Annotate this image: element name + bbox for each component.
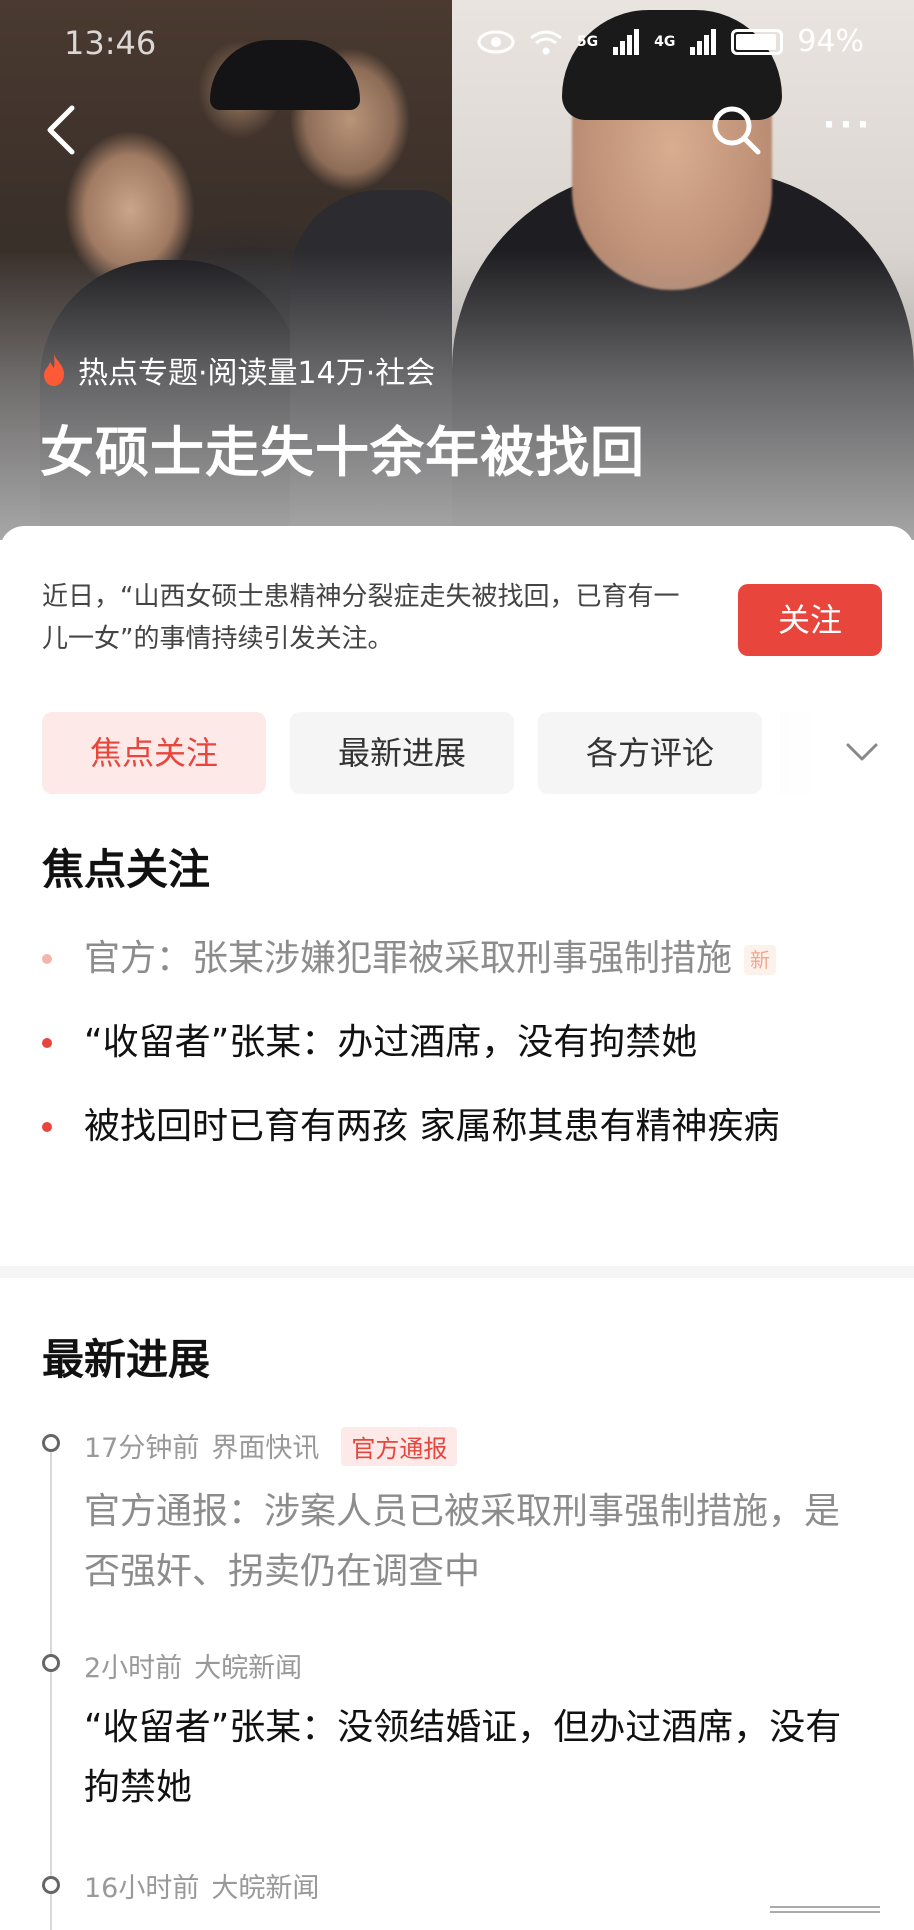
follow-button[interactable]: 关注 — [738, 584, 882, 656]
official-tag: 官方通报 — [341, 1427, 458, 1466]
list-item[interactable]: 被找回时已育有两孩 家属称其患有精神疾病 — [42, 1098, 892, 1156]
hero-meta: 热点专题·阅读量14万·社会 — [40, 348, 435, 392]
hero-meta-text: 热点专题·阅读量14万·社会 — [78, 356, 436, 391]
status-bar: 13:46 5G 4G 94% — [0, 18, 914, 68]
tabs-expand-button[interactable] — [780, 712, 914, 794]
timeline-text: “收留者”张某：没领结婚证，但办过酒席，没有拘禁她 — [84, 1707, 842, 1808]
timeline-meta: 2小时前 大皖新闻 — [84, 1646, 314, 1685]
section-divider — [0, 1266, 914, 1278]
timeline-source: 大皖新闻 — [194, 1653, 303, 1684]
status-icons: 5G 4G 94% — [477, 24, 864, 59]
intro-text: 近日，“山西女硕士患精神分裂症走失被找回，已育有一儿一女”的事情持续引发关注。 — [42, 582, 680, 654]
timeline-source: 界面快讯 — [211, 1433, 320, 1464]
timeline-dot — [42, 1654, 60, 1672]
signal-4g-icon: 4G — [654, 33, 676, 50]
timeline-text: 官方通报：涉案人员已被采取刑事强制措施，是否强奸、拐卖仍在调查中 — [84, 1491, 841, 1592]
topic-intro: 近日，“山西女硕士患精神分裂症走失被找回，已育有一儿一女”的事情持续引发关注。 … — [0, 526, 914, 666]
tab-latest[interactable]: 最新进展 — [290, 712, 514, 794]
new-badge: 新 — [744, 945, 777, 975]
hero-gradient — [0, 250, 914, 540]
list-item-text: “收留者”张某：办过酒席，没有拘禁她 — [84, 1022, 698, 1063]
bullet-dot — [42, 954, 52, 964]
back-button[interactable] — [38, 100, 88, 160]
timeline-time: 16小时前 — [84, 1873, 200, 1904]
section-tabs: 焦点关注 最新进展 各方评论 — [42, 712, 762, 794]
tab-comments[interactable]: 各方评论 — [538, 712, 762, 794]
chevron-down-icon — [846, 743, 878, 761]
chevron-left-icon — [47, 105, 75, 155]
status-time: 13:46 — [64, 24, 157, 62]
hero-banner: 13:46 5G 4G 94% ··· 热点专题·阅读量14万·社会 女硕士走失… — [0, 0, 914, 540]
timeline-time: 17分钟前 — [84, 1433, 200, 1464]
timeline-time: 2小时前 — [84, 1653, 183, 1684]
timeline-meta: 16小时前 大皖新闻 — [84, 1866, 331, 1905]
list-item-text: 被找回时已育有两孩 家属称其患有精神疾病 — [84, 1106, 780, 1147]
search-button[interactable] — [708, 102, 764, 158]
page-title: 女硕士走失十余年被找回 — [40, 421, 645, 484]
timeline-dot — [42, 1434, 60, 1452]
signal-bars-icon — [690, 28, 717, 55]
battery-icon — [731, 28, 784, 55]
list-item[interactable]: 官方：张某涉嫌犯罪被采取刑事强制措施新 — [42, 930, 892, 988]
wifi-icon — [529, 30, 562, 54]
progress-section-title: 最新进展 — [42, 1335, 211, 1384]
bullet-dot — [42, 1122, 52, 1132]
timeline-meta: 17分钟前 界面快讯 官方通报 — [84, 1426, 469, 1466]
flame-icon — [44, 354, 64, 386]
signal-bars-icon — [613, 28, 640, 55]
tab-focus[interactable]: 焦点关注 — [42, 712, 266, 794]
eye-icon — [477, 30, 515, 53]
gesture-handle — [770, 1906, 880, 1914]
more-options-button[interactable]: ··· — [818, 108, 878, 150]
bullet-dot — [42, 1038, 52, 1048]
focus-list: 官方：张某涉嫌犯罪被采取刑事强制措施新 “收留者”张某：办过酒席，没有拘禁她 被… — [42, 930, 892, 1182]
list-item-text: 官方：张某涉嫌犯罪被采取刑事强制措施 — [84, 938, 733, 979]
signal-5g-icon: 5G — [576, 33, 599, 50]
list-item[interactable]: “收留者”张某：办过酒席，没有拘禁她 — [42, 1014, 892, 1072]
battery-level: 94% — [797, 24, 864, 59]
focus-section-title: 焦点关注 — [42, 845, 211, 894]
search-icon — [712, 106, 761, 155]
timeline-line — [50, 1446, 52, 1930]
timeline-dot — [42, 1876, 60, 1894]
timeline-source: 大皖新闻 — [211, 1873, 320, 1904]
